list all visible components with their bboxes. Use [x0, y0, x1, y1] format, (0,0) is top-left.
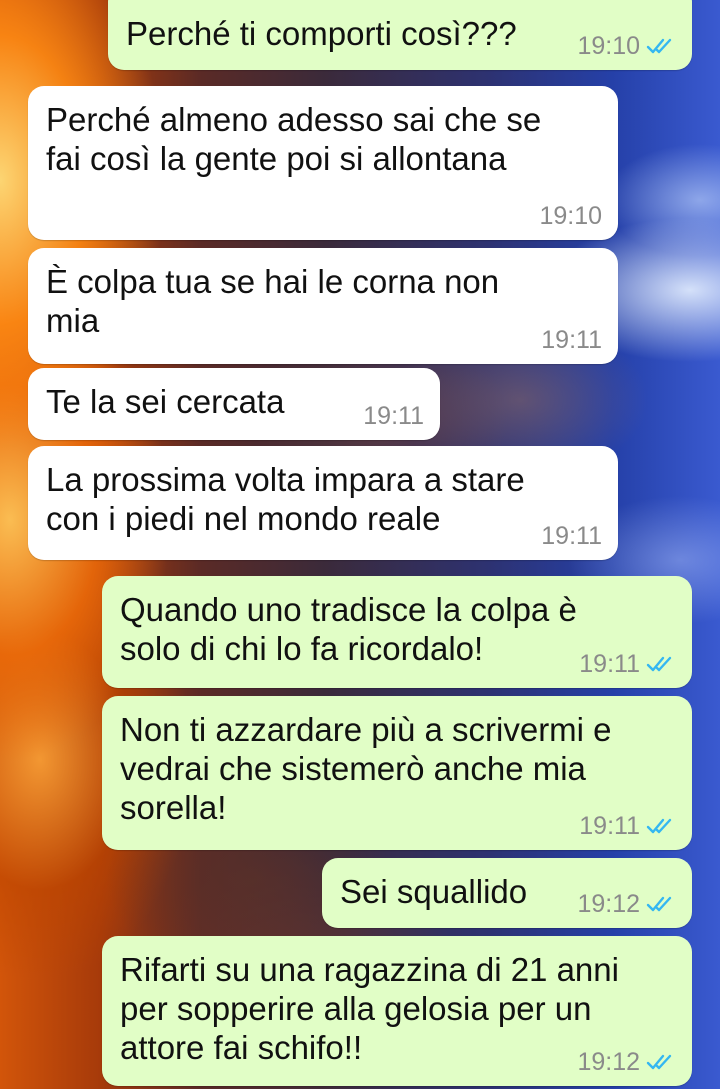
- message-time: 19:10: [577, 32, 640, 60]
- message-time: 19:11: [579, 812, 640, 840]
- chat-message-list[interactable]: Perché ti comporti così??? 19:10 Perché …: [0, 0, 720, 1089]
- message-bubble-incoming[interactable]: Te la sei cercata 19:11: [28, 368, 440, 440]
- double-check-icon: [646, 654, 676, 674]
- message-bubble-incoming[interactable]: È colpa tua se hai le corna non mia 19:1…: [28, 248, 618, 364]
- double-check-icon: [646, 36, 676, 56]
- message-meta: 19:10: [577, 32, 676, 60]
- message-bubble-incoming[interactable]: Perché almeno adesso sai che se fai così…: [28, 86, 618, 240]
- message-text: La prossima volta impara a stare con i p…: [46, 461, 525, 537]
- message-meta: 19:11: [363, 402, 424, 430]
- message-time: 19:11: [363, 402, 424, 430]
- double-check-icon: [646, 894, 676, 914]
- message-time: 19:12: [577, 1048, 640, 1076]
- message-meta: 19:12: [577, 1048, 676, 1076]
- message-meta: 19:10: [539, 202, 602, 230]
- message-text: Perché almeno adesso sai che se fai così…: [46, 101, 542, 177]
- message-meta: 19:11: [579, 812, 676, 840]
- double-check-icon: [646, 816, 676, 836]
- message-bubble-outgoing[interactable]: Non ti azzardare più a scrivermi e vedra…: [102, 696, 692, 850]
- message-meta: 19:11: [541, 522, 602, 550]
- message-text: È colpa tua se hai le corna non mia: [46, 263, 500, 339]
- message-bubble-outgoing[interactable]: Quando uno tradisce la colpa è solo di c…: [102, 576, 692, 688]
- double-check-icon: [646, 1052, 676, 1072]
- message-meta: 19:11: [541, 326, 602, 354]
- message-time: 19:11: [579, 650, 640, 678]
- message-meta: 19:11: [579, 650, 676, 678]
- message-bubble-outgoing[interactable]: Perché ti comporti così??? 19:10: [108, 0, 692, 70]
- message-time: 19:11: [541, 522, 602, 550]
- message-meta: 19:12: [577, 890, 676, 918]
- message-time: 19:10: [539, 202, 602, 230]
- message-bubble-outgoing[interactable]: Rifarti su una ragazzina di 21 anni per …: [102, 936, 692, 1086]
- message-time: 19:11: [541, 326, 602, 354]
- message-bubble-incoming[interactable]: La prossima volta impara a stare con i p…: [28, 446, 618, 560]
- message-time: 19:12: [577, 890, 640, 918]
- message-bubble-outgoing[interactable]: Sei squallido 19:12: [322, 858, 692, 928]
- message-text: Non ti azzardare più a scrivermi e vedra…: [120, 711, 612, 826]
